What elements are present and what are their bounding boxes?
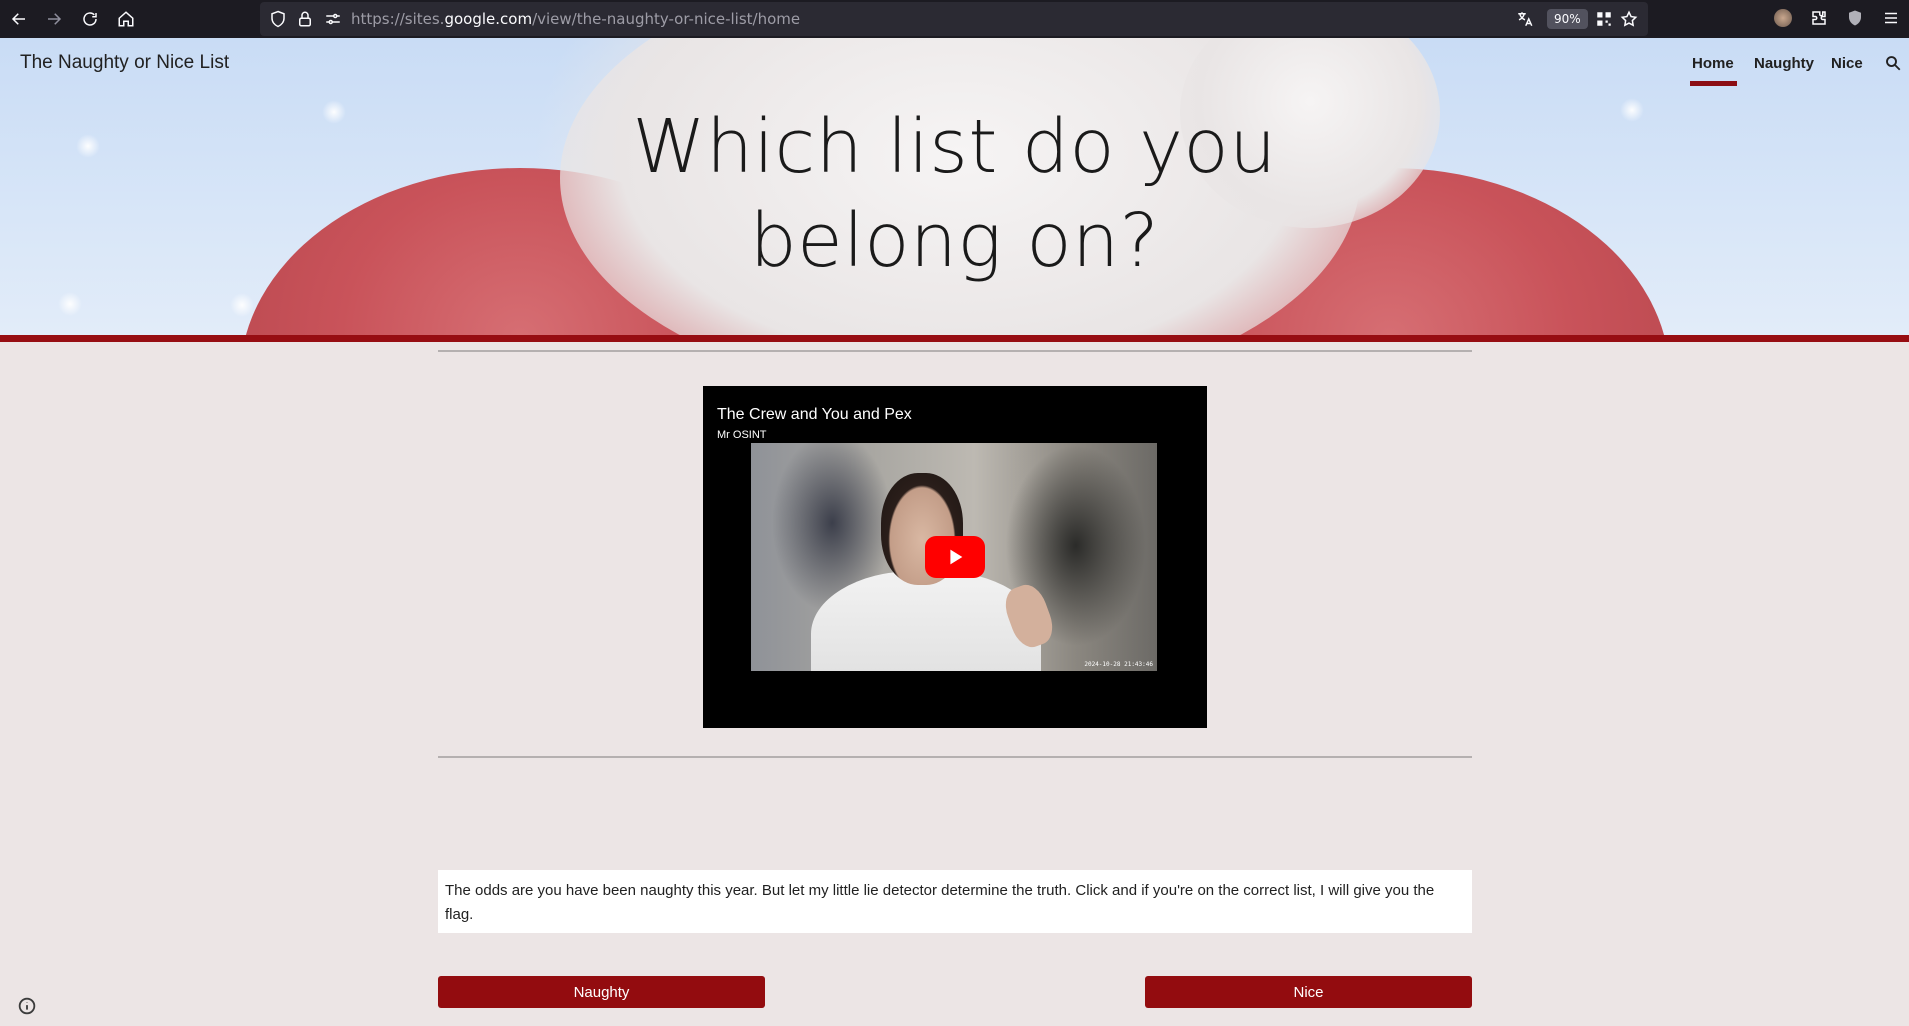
section-divider-top [438, 350, 1472, 352]
nice-button[interactable]: Nice [1145, 976, 1472, 1008]
video-channel[interactable]: Mr OSINT [717, 429, 767, 441]
arrow-right-icon [48, 13, 62, 25]
heading-line-2: belong on? [749, 198, 1160, 284]
nav-nice[interactable]: Nice [1831, 55, 1863, 72]
naughty-button[interactable]: Naughty [438, 976, 765, 1008]
reload-icon [83, 12, 97, 26]
site-title[interactable]: The Naughty or Nice List [20, 52, 229, 74]
zoom-level-badge[interactable]: 90% [1547, 9, 1588, 29]
video-timestamp: 2024-10-28 21:43:46 [1084, 661, 1153, 668]
menu-icon[interactable] [1882, 9, 1900, 27]
qr-code-icon[interactable] [1595, 10, 1613, 28]
forward-button[interactable] [40, 5, 68, 33]
nav-naughty[interactable]: Naughty [1754, 55, 1814, 72]
search-icon[interactable] [1884, 54, 1902, 72]
home-icon [118, 11, 134, 27]
hero-banner: The Naughty or Nice List Home Naughty Ni… [0, 38, 1909, 335]
shield-icon[interactable] [269, 10, 287, 28]
video-title[interactable]: The Crew and You and Pex [717, 406, 912, 424]
bookmark-star-icon[interactable] [1620, 10, 1638, 28]
translate-icon[interactable] [1516, 10, 1534, 28]
youtube-embed[interactable]: 2024-10-28 21:43:46 The Crew and You and… [703, 386, 1207, 728]
hero-divider-bar [0, 335, 1909, 342]
play-icon [950, 549, 963, 565]
message-text: The odds are you have been naughty this … [438, 870, 1472, 933]
account-avatar-icon[interactable] [1774, 9, 1792, 27]
url-text[interactable]: https://sites.google.com/view/the-naught… [351, 10, 800, 28]
browser-toolbar: https://sites.google.com/view/the-naught… [0, 0, 1909, 38]
back-button[interactable] [5, 5, 33, 33]
extensions-icon[interactable] [1810, 9, 1828, 27]
section-divider-bottom [438, 756, 1472, 758]
snowflake [58, 292, 82, 316]
permissions-icon[interactable] [324, 10, 342, 28]
thumbnail-person-body [811, 571, 1041, 671]
ublock-shield-icon[interactable] [1846, 9, 1864, 27]
nav-home[interactable]: Home [1690, 55, 1737, 86]
snowflake [230, 293, 254, 317]
lock-icon[interactable] [296, 10, 314, 28]
url-bar[interactable]: https://sites.google.com/view/the-naught… [260, 2, 1648, 36]
reload-button[interactable] [76, 5, 104, 33]
play-button[interactable] [925, 536, 985, 578]
info-icon[interactable] [16, 995, 38, 1017]
page-heading: Which list do you belong on? [0, 100, 1909, 288]
heading-line-1: Which list do you [632, 104, 1277, 190]
arrow-left-icon [11, 13, 25, 25]
home-button[interactable] [112, 5, 140, 33]
